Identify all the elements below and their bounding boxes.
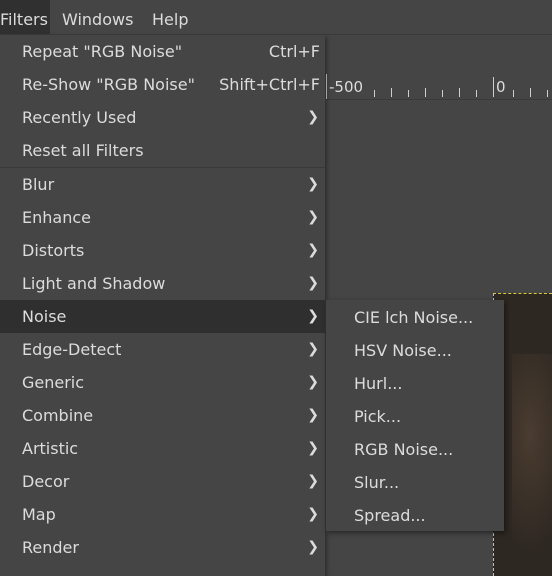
menu-item-blur[interactable]: Blur ❯: [0, 168, 325, 201]
ruler-edge: [326, 74, 327, 99]
submenu-item-cie-lch-noise[interactable]: CIE lch Noise...: [326, 300, 504, 333]
chevron-right-icon: ❯: [307, 176, 319, 192]
submenu-item-hurl[interactable]: Hurl...: [326, 366, 504, 399]
menu-item-generic[interactable]: Generic ❯: [0, 366, 325, 399]
menu-item-label: Blur: [22, 175, 55, 194]
ruler-tick: [442, 90, 443, 97]
chevron-right-icon: ❯: [307, 539, 319, 555]
ruler-tick: [513, 90, 514, 97]
menu-item-label: Decor: [22, 472, 70, 491]
menu-item-distorts[interactable]: Distorts ❯: [0, 234, 325, 267]
menu-item-label: Generic: [22, 373, 85, 392]
chevron-right-icon: ❯: [307, 506, 319, 522]
menu-windows[interactable]: Windows: [62, 0, 133, 34]
ruler-tick: [459, 88, 460, 97]
menu-help[interactable]: Help: [152, 0, 188, 34]
image-content: [512, 354, 552, 554]
submenu-item-label: Pick...: [354, 407, 402, 426]
menu-item-label: Edge-Detect: [22, 340, 122, 359]
ruler-tick: [476, 90, 477, 97]
ruler-tick: [408, 90, 409, 97]
menu-item-label: Repeat "RGB Noise": [22, 42, 183, 61]
chevron-right-icon: ❯: [307, 275, 319, 291]
menu-item-label: Noise: [22, 307, 67, 326]
menu-item-light-and-shadow[interactable]: Light and Shadow ❯: [0, 267, 325, 300]
chevron-right-icon: ❯: [307, 209, 319, 225]
chevron-right-icon: ❯: [307, 242, 319, 258]
menu-item-label: Light and Shadow: [22, 274, 166, 293]
submenu-item-label: HSV Noise...: [354, 341, 452, 360]
menu-item-label: Combine: [22, 406, 94, 425]
menu-item-decor[interactable]: Decor ❯: [0, 465, 325, 498]
submenu-item-rgb-noise[interactable]: RGB Noise...: [326, 432, 504, 465]
ruler-tick: [547, 90, 548, 97]
menu-item-shortcut: Shift+Ctrl+F: [219, 75, 320, 94]
noise-submenu: CIE lch Noise... HSV Noise... Hurl... Pi…: [326, 300, 504, 531]
ruler-label-zero: 0: [496, 78, 506, 96]
menu-item-combine[interactable]: Combine ❯: [0, 399, 325, 432]
chevron-right-icon: ❯: [307, 407, 319, 423]
menu-item-label: Map: [22, 505, 56, 524]
menu-item-noise[interactable]: Noise ❯: [0, 300, 325, 333]
chevron-right-icon: ❯: [307, 440, 319, 456]
submenu-item-label: Spread...: [354, 506, 426, 525]
chevron-right-icon: ❯: [307, 109, 319, 125]
chevron-right-icon: ❯: [307, 374, 319, 390]
submenu-item-label: RGB Noise...: [354, 440, 454, 459]
submenu-item-label: CIE lch Noise...: [354, 308, 474, 327]
ruler-tick: [374, 90, 375, 97]
chevron-right-icon: ❯: [307, 473, 319, 489]
ruler-tick: [391, 88, 392, 97]
menu-item-enhance[interactable]: Enhance ❯: [0, 201, 325, 234]
submenu-item-slur[interactable]: Slur...: [326, 465, 504, 498]
menu-filters[interactable]: Filters: [0, 0, 50, 34]
ruler-tick: [493, 77, 494, 97]
menu-item-artistic[interactable]: Artistic ❯: [0, 432, 325, 465]
menu-item-label: Distorts: [22, 241, 85, 260]
menubar: Filters Windows Help: [0, 0, 552, 35]
chevron-right-icon: ❯: [307, 341, 319, 357]
horizontal-ruler[interactable]: -500 0: [326, 74, 552, 100]
submenu-item-pick[interactable]: Pick...: [326, 399, 504, 432]
submenu-item-hsv-noise[interactable]: HSV Noise...: [326, 333, 504, 366]
ruler-label-minus-500: -500: [329, 78, 364, 96]
menu-item-repeat-rgb-noise[interactable]: Repeat "RGB Noise" Ctrl+F: [0, 35, 325, 68]
menu-item-reshow-rgb-noise[interactable]: Re-Show "RGB Noise" Shift+Ctrl+F: [0, 68, 325, 101]
menu-item-map[interactable]: Map ❯: [0, 498, 325, 531]
menu-item-label: Reset all Filters: [22, 141, 144, 160]
submenu-item-label: Slur...: [354, 473, 400, 492]
submenu-item-label: Hurl...: [354, 374, 403, 393]
menu-item-render[interactable]: Render ❯: [0, 531, 325, 564]
menu-item-label: Artistic: [22, 439, 79, 458]
menu-item-label: Enhance: [22, 208, 91, 227]
menu-item-label: Re-Show "RGB Noise": [22, 75, 195, 94]
menu-item-label: Recently Used: [22, 108, 137, 127]
chevron-right-icon: ❯: [307, 308, 319, 324]
ruler-tick: [425, 88, 426, 97]
ruler-tick: [530, 88, 531, 97]
submenu-item-spread[interactable]: Spread...: [326, 498, 504, 531]
menu-item-reset-all-filters[interactable]: Reset all Filters: [0, 134, 325, 167]
menu-item-label: Render: [22, 538, 79, 557]
filters-menu: Repeat "RGB Noise" Ctrl+F Re-Show "RGB N…: [0, 35, 325, 576]
menu-item-shortcut: Ctrl+F: [268, 42, 320, 61]
menu-item-recently-used[interactable]: Recently Used ❯: [0, 101, 325, 134]
menu-item-edge-detect[interactable]: Edge-Detect ❯: [0, 333, 325, 366]
